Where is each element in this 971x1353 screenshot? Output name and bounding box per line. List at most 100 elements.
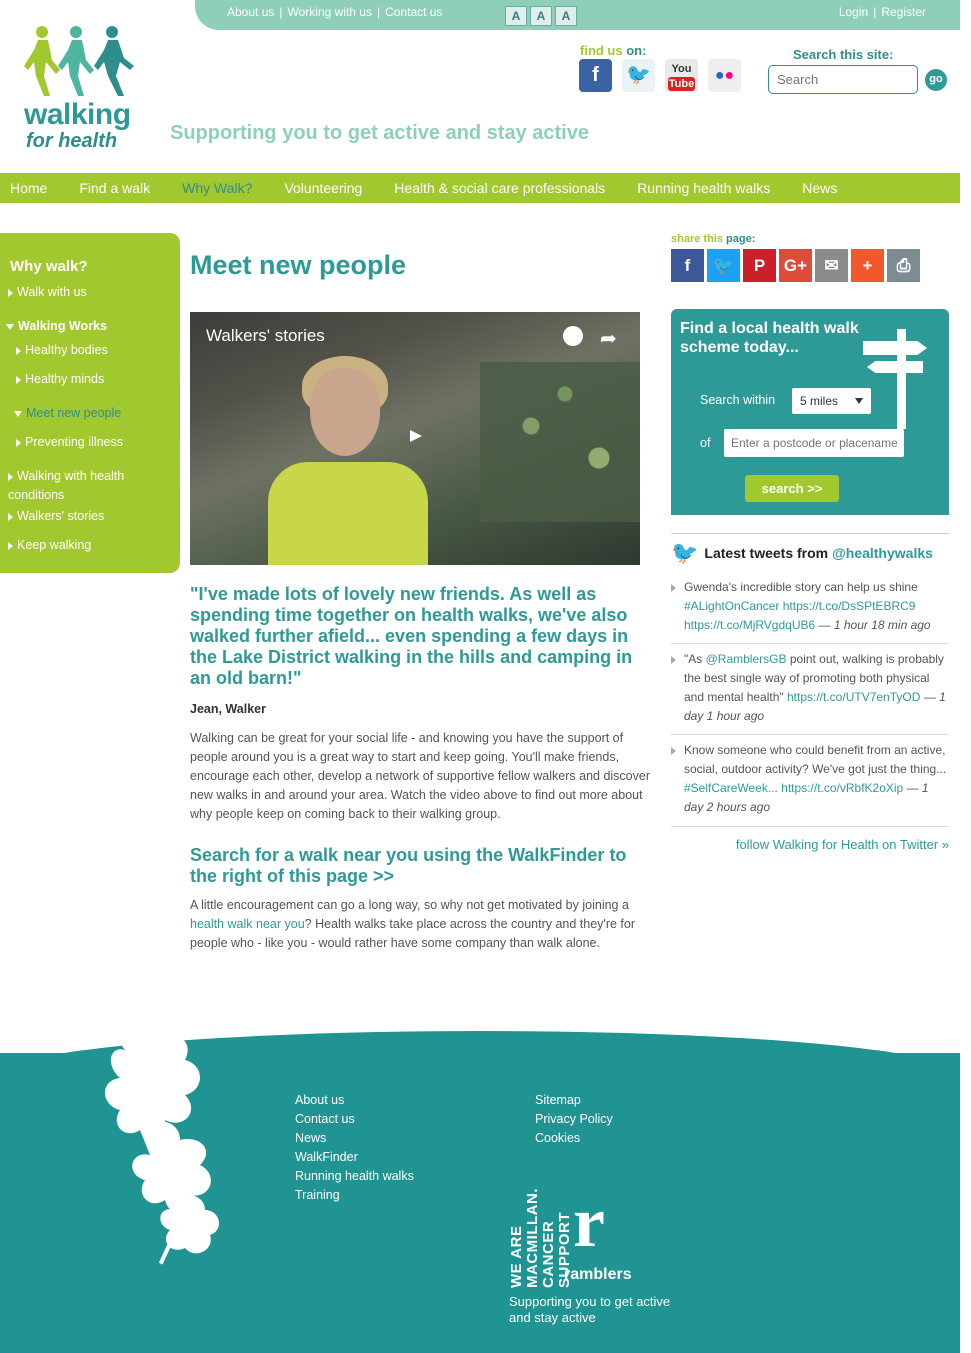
nav-health-professionals[interactable]: Health & social care professionals	[394, 180, 605, 196]
footer-running-walks-link[interactable]: Running health walks	[295, 1167, 414, 1186]
share-googleplus-icon[interactable]: G+	[779, 249, 812, 282]
divider	[671, 643, 949, 644]
facebook-icon[interactable]: f	[579, 59, 612, 92]
share-arrow-icon[interactable]: ➦	[600, 326, 617, 351]
walk-finder-title: Find a local health walk scheme today...	[680, 320, 859, 356]
tweet-link[interactable]: https://t.co/DsSPtEBRC9	[783, 599, 916, 613]
sidebar-item-walkers-stories[interactable]: Walkers' stories	[8, 507, 104, 526]
tweet-item: Know someone who could benefit from an a…	[671, 741, 949, 817]
footer-privacy-link[interactable]: Privacy Policy	[535, 1110, 613, 1129]
footer-links-primary: About us Contact us News WalkFinder Runn…	[295, 1091, 414, 1205]
nav-running-health-walks[interactable]: Running health walks	[637, 180, 770, 196]
footer-tagline: Supporting you to get active and stay ac…	[509, 1294, 671, 1325]
twitter-icon[interactable]: 🐦	[622, 59, 655, 92]
tweet-link[interactable]: https://t.co/vRbfK2oXip	[781, 781, 903, 795]
testimonial-author: Jean, Walker	[190, 702, 266, 716]
walk-search-button[interactable]: search >>	[745, 475, 839, 502]
twitter-bird-icon: 🐦	[671, 540, 699, 565]
footer-cookies-link[interactable]: Cookies	[535, 1129, 613, 1148]
play-icon[interactable]	[400, 425, 430, 447]
search-go-button[interactable]: go	[925, 69, 947, 91]
logo-word-walking: walking	[24, 98, 131, 131]
about-us-link[interactable]: About us	[227, 5, 274, 19]
search-label: Search this site:	[793, 47, 894, 62]
site-logo[interactable]: walking for health	[24, 24, 154, 152]
login-link[interactable]: Login	[839, 5, 868, 19]
footer-walkfinder-link[interactable]: WalkFinder	[295, 1148, 414, 1167]
share-pinterest-icon[interactable]: P	[743, 249, 776, 282]
main-nav: Home Find a walk Why Walk? Volunteering …	[0, 173, 960, 203]
footer-about-us-link[interactable]: About us	[295, 1091, 414, 1110]
chevron-right-icon	[8, 288, 13, 297]
social-links: f 🐦 You Tube ●●	[579, 59, 741, 92]
chevron-right-icon	[16, 438, 21, 447]
ramblers-logo-mark[interactable]: r	[573, 1186, 605, 1258]
contact-us-link[interactable]: Contact us	[385, 5, 442, 19]
top-links: About us | Working with us | Contact us	[227, 5, 443, 19]
divider	[671, 533, 949, 534]
sidebar-item-keep-walking[interactable]: Keep walking	[8, 536, 91, 555]
sidebar-item-preventing-illness[interactable]: Preventing illness	[16, 433, 123, 452]
nav-news[interactable]: News	[802, 180, 837, 196]
testimonial-quote: "I've made lots of lovely new friends. A…	[190, 584, 633, 688]
tweet-item: Gwenda's incredible story can help us sh…	[671, 578, 949, 635]
footer-links-secondary: Sitemap Privacy Policy Cookies	[535, 1091, 613, 1148]
video-title: Walkers' stories	[206, 326, 325, 345]
tweets-heading: 🐦 Latest tweets from @healthywalks	[671, 540, 933, 565]
signpost-icon	[863, 321, 933, 431]
watch-later-icon[interactable]	[563, 326, 583, 346]
tweet-link[interactable]: https://t.co/MjRVgdqUB6	[684, 618, 815, 632]
share-print-icon[interactable]: ⎙	[887, 249, 920, 282]
sidebar-item-walking-works[interactable]: Walking Works	[6, 317, 107, 336]
footer-training-link[interactable]: Training	[295, 1186, 414, 1205]
macmillan-logo[interactable]: WE ARE MACMILLAN. CANCER SUPPORT	[508, 1178, 573, 1288]
site-tagline: Supporting you to get active and stay ac…	[170, 122, 589, 144]
text-size-controls: A A A	[505, 6, 577, 26]
ramblers-logo-text[interactable]: ramblers	[564, 1266, 632, 1284]
distance-select[interactable]: 5 miles	[792, 388, 871, 414]
of-label: of	[700, 436, 711, 450]
share-buttons: f 🐦 P G+ ✉ + ⎙	[671, 249, 920, 282]
walkfinder-subheading[interactable]: Search for a walk near you using the Wal…	[190, 845, 650, 887]
video-player[interactable]: Walkers' stories ➦	[190, 312, 640, 565]
sidebar-item-health-conditions[interactable]: Walking with health conditions	[8, 467, 158, 505]
share-facebook-icon[interactable]: f	[671, 249, 704, 282]
share-email-icon[interactable]: ✉	[815, 249, 848, 282]
nav-volunteering[interactable]: Volunteering	[284, 180, 362, 196]
flickr-icon[interactable]: ●●	[708, 59, 741, 92]
walk-finder-panel: Find a local health walk scheme today...…	[671, 309, 949, 515]
sidebar-item-meet-new-people[interactable]: Meet new people	[14, 404, 121, 423]
hashtag-link[interactable]: #ALightOnCancer	[684, 599, 779, 613]
logo-word-for-health: for health	[26, 130, 118, 152]
working-with-us-link[interactable]: Working with us	[288, 5, 372, 19]
nav-why-walk[interactable]: Why Walk?	[182, 180, 252, 196]
chevron-right-icon	[16, 375, 21, 384]
sidebar-item-healthy-minds[interactable]: Healthy minds	[16, 370, 104, 389]
page-title: Meet new people	[190, 250, 407, 280]
search-input[interactable]	[768, 65, 918, 94]
hashtag-link[interactable]: #SelfCareWeek...	[684, 781, 778, 795]
footer-news-link[interactable]: News	[295, 1129, 414, 1148]
postcode-input[interactable]	[724, 429, 904, 457]
share-twitter-icon[interactable]: 🐦	[707, 249, 740, 282]
twitter-handle-link[interactable]: @healthywalks	[832, 545, 933, 561]
follow-twitter-link[interactable]: follow Walking for Health on Twitter »	[736, 837, 949, 852]
account-links: Login | Register	[838, 5, 926, 19]
nav-home[interactable]: Home	[10, 180, 47, 196]
register-link[interactable]: Register	[881, 5, 926, 19]
text-size-small-button[interactable]: A	[505, 6, 527, 26]
text-size-medium-button[interactable]: A	[530, 6, 552, 26]
section-sidebar: Why walk? Walk with us Walking Works Hea…	[0, 233, 180, 573]
sidebar-item-walk-with-us[interactable]: Walk with us	[8, 283, 87, 302]
footer-sitemap-link[interactable]: Sitemap	[535, 1091, 613, 1110]
footer-contact-us-link[interactable]: Contact us	[295, 1110, 414, 1129]
text-size-large-button[interactable]: A	[555, 6, 577, 26]
encouragement-paragraph: A little encouragement can go a long way…	[190, 898, 635, 950]
nav-find-a-walk[interactable]: Find a walk	[79, 180, 150, 196]
youtube-icon[interactable]: You Tube	[665, 59, 698, 92]
tweet-link[interactable]: https://t.co/UTV7enTyOD	[787, 690, 920, 704]
mention-link[interactable]: @RamblersGB	[706, 652, 787, 666]
share-more-icon[interactable]: +	[851, 249, 884, 282]
health-walk-link[interactable]: health walk near you	[190, 917, 305, 931]
sidebar-item-healthy-bodies[interactable]: Healthy bodies	[16, 341, 108, 360]
